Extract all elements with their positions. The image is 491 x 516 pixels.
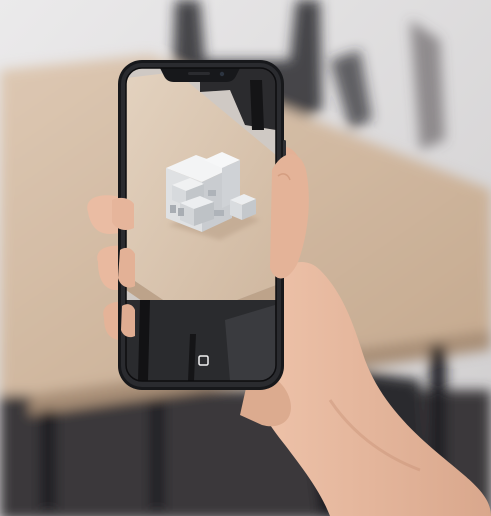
speaker-grille [188,72,210,75]
front-camera-icon [219,71,225,77]
smartphone [118,60,286,390]
scene-illustration [0,0,491,516]
ar-photo-scene [0,0,491,516]
phone-screen [126,68,276,381]
